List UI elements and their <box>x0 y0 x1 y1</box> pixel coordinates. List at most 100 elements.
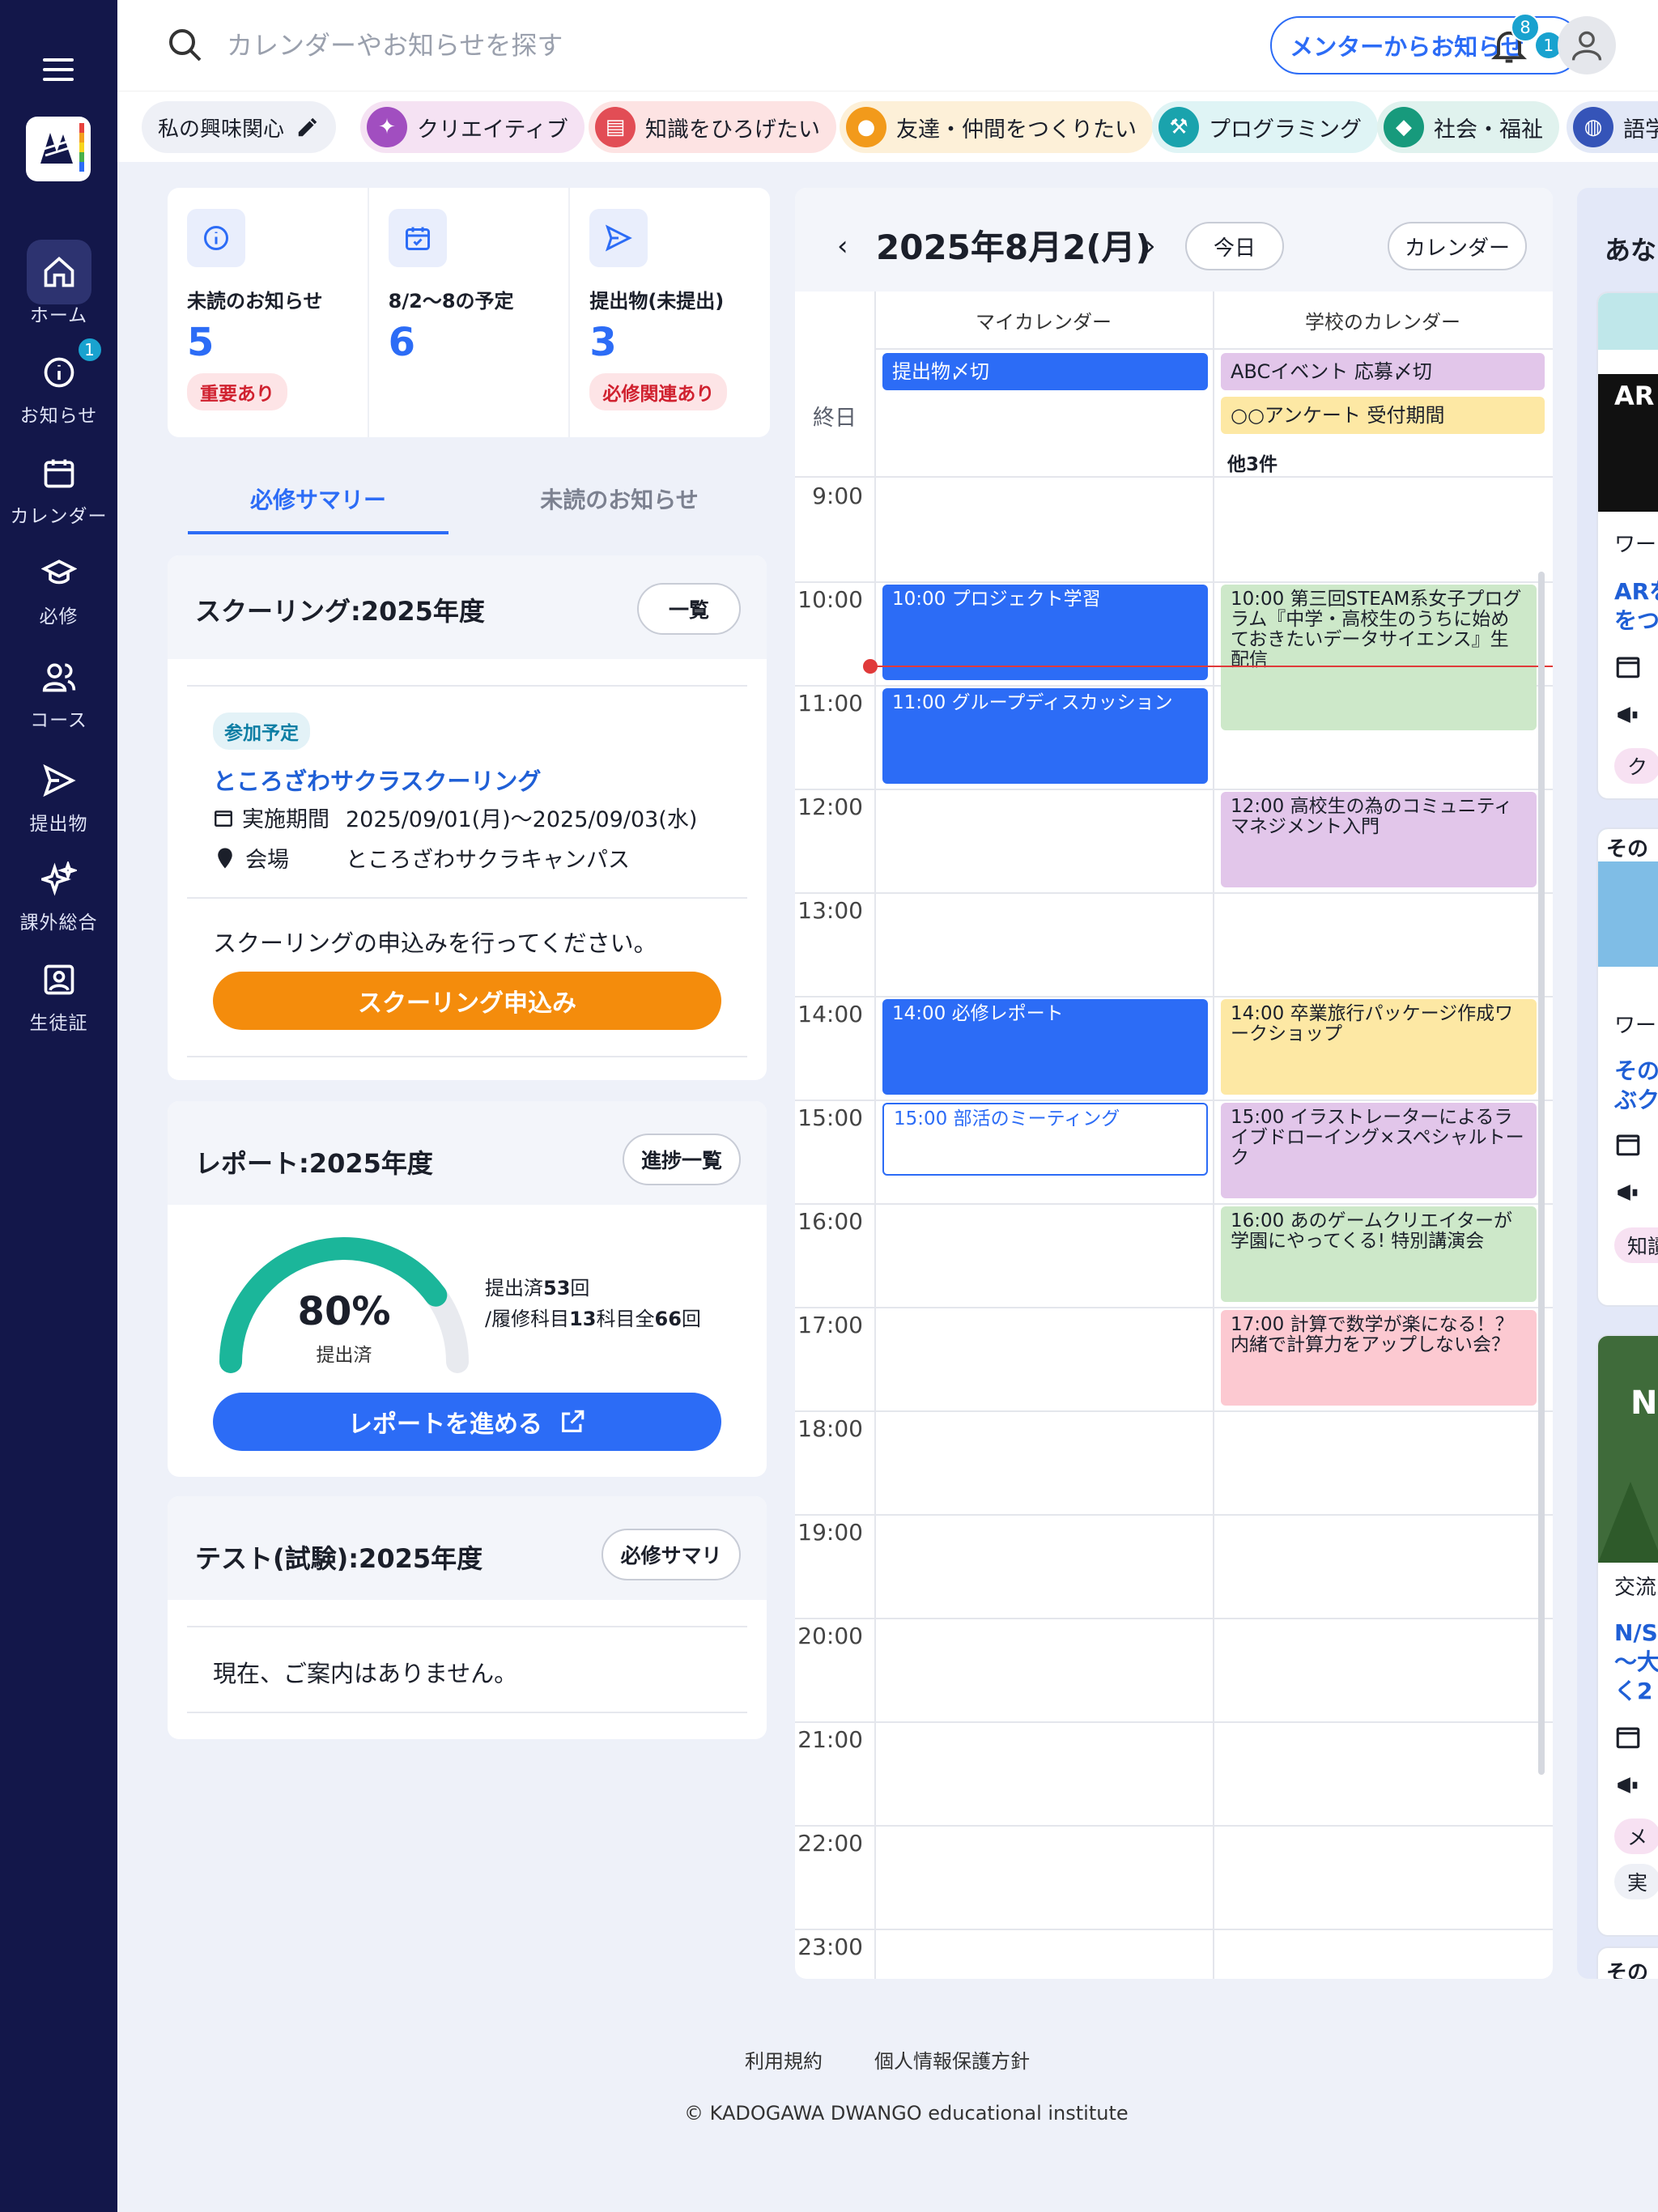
stat-submissions[interactable]: 提出物(未提出) 3 必修関連あり <box>570 188 770 437</box>
calendar-event[interactable]: 15:00 イラストレーターによるライブドローイング×スペシャルトーク <box>1221 1103 1537 1198</box>
tab-required-summary[interactable]: 必修サマリー <box>188 483 449 515</box>
thumb-text: その <box>1606 837 1649 861</box>
test-summary-button[interactable]: 必修サマリ <box>602 1529 741 1580</box>
book-icon: ▤ <box>595 107 636 147</box>
globe-icon: ◍ <box>1573 107 1613 147</box>
privacy-link[interactable]: 個人情報保護方針 <box>874 2045 1030 2074</box>
hour-line <box>795 1100 1553 1101</box>
stat-value: 6 <box>388 320 416 365</box>
hour-line <box>795 1618 1553 1619</box>
stat-text: 提出済 <box>485 1277 543 1300</box>
schooling-name-link[interactable]: ところざわサクラスクーリング <box>213 763 541 797</box>
recommendation-card[interactable]: その ワー その ぶク 知讀 <box>1596 827 1658 1307</box>
stat-text: 回 <box>681 1308 701 1330</box>
terms-link[interactable]: 利用規約 <box>745 2045 823 2074</box>
chevron-left-icon[interactable]: ‹ <box>837 230 848 262</box>
all-day-event[interactable]: ○○アンケート 受付期間 <box>1221 397 1545 434</box>
interest-chip-creative[interactable]: ✦ クリエイティブ <box>360 101 585 153</box>
recommendation-card[interactable]: その <box>1596 1946 1658 1979</box>
divider <box>187 1626 747 1627</box>
card-tag: 知讀 <box>1614 1227 1658 1263</box>
calendar-event[interactable]: 14:00 卒業旅行パッケージ作成ワークショップ <box>1221 999 1537 1095</box>
edit-interests-button[interactable]: 私の興味関心 <box>142 101 337 153</box>
calendar-event[interactable]: 14:00 必修レポート <box>882 999 1208 1095</box>
sidebar-item-extracurricular[interactable]: 課外総合 <box>0 847 117 934</box>
all-day-label: 終日 <box>813 406 857 431</box>
stat-text: 科目全 <box>596 1308 655 1330</box>
stat-unread-notices[interactable]: 未読のお知らせ 5 重要あり <box>168 188 369 437</box>
sidebar-item-notices[interactable]: 1 お知らせ <box>0 337 117 428</box>
calendar-event[interactable]: 10:00 第三回STEAM系女子プログラム『中学・高校生のうちに始めておきたい… <box>1221 585 1537 730</box>
hour-label: 20:00 <box>797 1623 863 1649</box>
interest-chip-language[interactable]: ◍ 語学 <box>1567 101 1658 153</box>
schooling-list-button[interactable]: 一覧 <box>637 583 741 635</box>
stat-schedule[interactable]: 8/2〜8の予定 6 <box>369 188 571 437</box>
all-day-event[interactable]: 提出物〆切 <box>882 353 1208 390</box>
stat-text: 回 <box>570 1277 590 1300</box>
schooling-apply-button[interactable]: スクーリング申込み <box>213 972 721 1030</box>
today-button[interactable]: 今日 <box>1185 222 1284 270</box>
sidebar-item-required[interactable]: 必修 <box>0 541 117 628</box>
home-icon <box>26 240 91 304</box>
chevron-right-icon[interactable]: › <box>1145 230 1156 262</box>
sidebar-item-course[interactable]: コース <box>0 644 117 732</box>
test-header: テスト(試験):2025年度 必修サマリ <box>168 1496 767 1600</box>
interest-chip-programming[interactable]: ⚒ プログラミング <box>1152 101 1378 153</box>
sidebar-item-submissions[interactable]: 提出物 <box>0 748 117 836</box>
gauge-caption: 提出済 <box>316 1345 372 1366</box>
calendar-icon <box>1616 1134 1640 1156</box>
venue-value: ところざわサクラキャンパス <box>346 848 630 873</box>
column-school-calendar: 学校のカレンダー <box>1213 291 1553 350</box>
tools-icon: ⚒ <box>1158 107 1199 147</box>
top-bar: メンターからお知らせ 1 <box>117 0 1658 91</box>
chip-label: 知識をひろげたい <box>645 117 820 143</box>
calendar-view-button[interactable]: カレンダー <box>1388 222 1527 270</box>
divider <box>187 1712 747 1713</box>
tab-unread-notices[interactable]: 未読のお知らせ <box>489 483 750 515</box>
hour-line <box>795 1410 1553 1412</box>
all-day-event[interactable]: ABCイベント 応募〆切 <box>1221 353 1545 390</box>
sidebar-item-calendar[interactable]: カレンダー <box>0 440 117 528</box>
stat-title: 提出物(未提出) <box>589 290 725 313</box>
period-value: 2025/09/01(月)〜2025/09/03(水) <box>346 807 698 832</box>
hour-label: 21:00 <box>797 1726 863 1753</box>
report-continue-button[interactable]: レポートを進める <box>213 1393 721 1451</box>
hour-label: 12:00 <box>797 793 863 820</box>
grid-line <box>1213 291 1214 1979</box>
calendar-scrollbar[interactable] <box>1538 572 1545 1775</box>
search-input[interactable] <box>227 28 874 63</box>
recommendation-card[interactable]: N 交流 N/SU 〜大 く2 メ 実 <box>1596 1334 1658 1937</box>
report-progress-button[interactable]: 進捗一覧 <box>623 1134 741 1185</box>
stat-value: 3 <box>589 320 617 365</box>
sidebar-item-student-id[interactable]: 生徒証 <box>0 947 117 1035</box>
stat-title: 8/2〜8の予定 <box>388 290 514 313</box>
hour-label: 15:00 <box>797 1104 863 1131</box>
more-events-link[interactable]: 他3件 <box>1227 449 1278 476</box>
hour-label: 23:00 <box>797 1933 863 1960</box>
menu-icon[interactable] <box>43 58 74 83</box>
calendar-event[interactable]: 15:00 部活のミーティング <box>882 1103 1208 1176</box>
card-title: 〜大 <box>1614 1648 1658 1675</box>
schooling-title: スクーリング:2025年度 <box>195 596 485 627</box>
calendar-event[interactable]: 11:00 グループディスカッション <box>882 688 1208 784</box>
current-time-line <box>869 666 1553 667</box>
app-logo[interactable] <box>26 117 91 181</box>
hour-label: 11:00 <box>797 690 863 717</box>
interest-chip-knowledge[interactable]: ▤ 知識をひろげたい <box>589 101 836 153</box>
hour-line <box>795 581 1553 583</box>
interest-chip-social[interactable]: ◆ 社会・福祉 <box>1377 101 1559 153</box>
avatar[interactable] <box>1558 16 1616 74</box>
card-category: ワー <box>1614 1014 1657 1038</box>
calendar-event[interactable]: 16:00 あのゲームクリエイターが学園にやってくる! 特別講演会 <box>1221 1206 1537 1302</box>
calendar-event[interactable]: 12:00 高校生の為のコミュニティマネジメント入門 <box>1221 792 1537 887</box>
pencil-icon <box>298 117 317 137</box>
card-title: N/SU <box>1614 1619 1658 1646</box>
interest-chip-friends[interactable]: ● 友達・仲間をつくりたい <box>840 101 1153 153</box>
tab-indicator <box>188 531 449 534</box>
sidebar-item-home[interactable]: ホーム <box>0 240 117 327</box>
recommendation-card[interactable]: AR ワー ARを をつ ク <box>1596 291 1658 800</box>
divider <box>187 1056 747 1057</box>
calendar-event[interactable]: 17:00 計算で数学が楽になる！？内緒で計算力をアップしない会？ <box>1221 1310 1537 1406</box>
calendar-icon <box>1616 1727 1640 1749</box>
search-icon[interactable] <box>166 26 205 65</box>
